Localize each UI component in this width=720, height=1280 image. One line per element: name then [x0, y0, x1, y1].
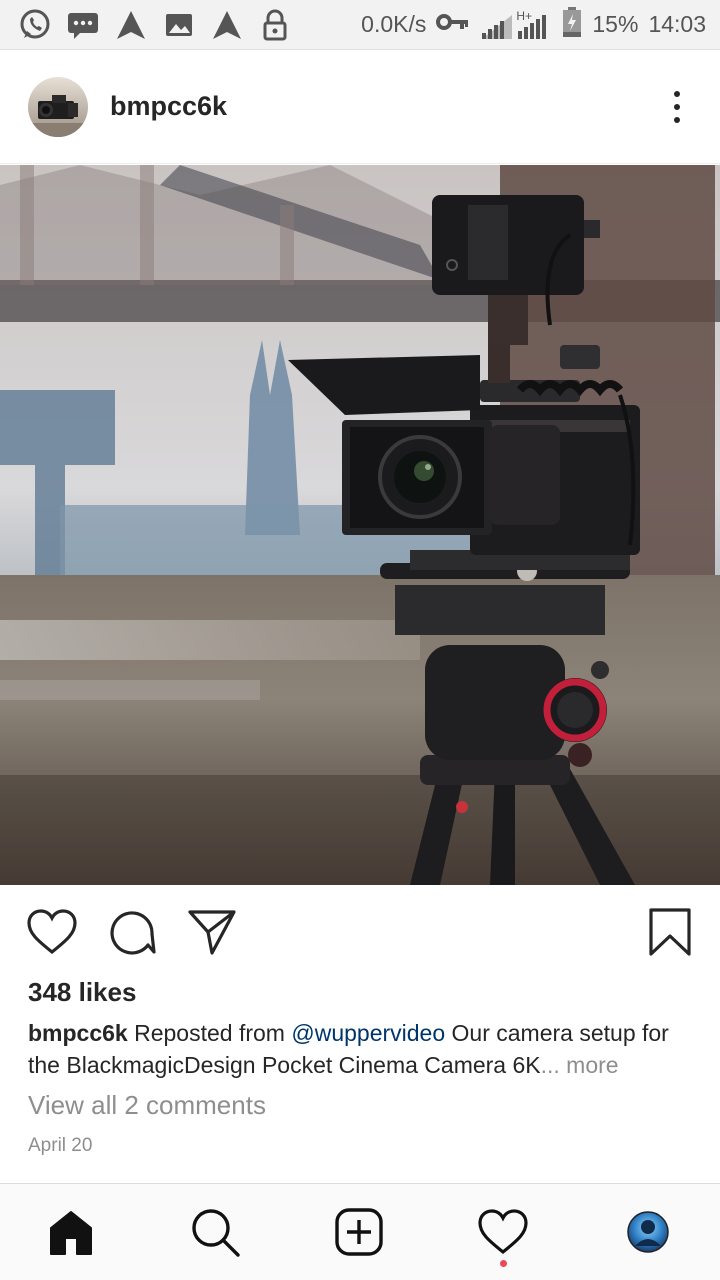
lock-icon — [258, 8, 292, 42]
search-icon[interactable] — [187, 1204, 243, 1260]
home-icon[interactable] — [43, 1204, 99, 1260]
caption-ellipsis: ... — [540, 1052, 560, 1078]
activity-icon[interactable] — [475, 1204, 531, 1260]
caption-more-link[interactable]: more — [560, 1052, 618, 1078]
bottom-navigation — [0, 1183, 720, 1280]
post-author-username[interactable]: bmpcc6k — [110, 91, 227, 122]
network-speed: 0.0K/s — [361, 11, 427, 37]
post-actions — [0, 885, 720, 977]
caption-username[interactable]: bmpcc6k — [28, 1020, 128, 1046]
post-date: April 20 — [28, 1135, 93, 1156]
battery-icon — [562, 6, 582, 43]
post-photo[interactable] — [0, 165, 720, 885]
navigation-icon — [210, 8, 244, 42]
more-options-button[interactable] — [662, 87, 692, 127]
signal-icon: H+ — [480, 9, 552, 39]
view-comments-link[interactable]: View all 2 comments — [28, 1090, 266, 1121]
caption-text: Reposted from — [127, 1020, 292, 1046]
post-header: bmpcc6k — [0, 50, 720, 164]
clock: 14:03 — [648, 11, 706, 37]
whatsapp-icon — [18, 8, 52, 42]
image-icon — [162, 8, 196, 42]
add-post-icon[interactable] — [331, 1204, 387, 1260]
status-bar: 0.0K/s H+ 15% 14:03 — [0, 0, 720, 50]
message-icon — [66, 8, 100, 42]
profile-avatar[interactable] — [620, 1204, 676, 1260]
save-button[interactable] — [643, 905, 697, 959]
comment-button[interactable] — [105, 905, 159, 959]
post-caption: bmpcc6k Reposted from @wuppervideo Our c… — [28, 1017, 692, 1081]
like-count[interactable]: 348 likes — [28, 977, 136, 1008]
vpn-key-icon — [436, 11, 470, 38]
post-author-avatar[interactable] — [28, 76, 88, 137]
navigation-icon — [114, 8, 148, 42]
caption-mention[interactable]: @wuppervideo — [291, 1020, 445, 1046]
battery-level: 15% — [592, 11, 639, 37]
like-button[interactable] — [25, 905, 79, 959]
activity-notification-dot — [500, 1260, 507, 1267]
share-button[interactable] — [185, 905, 239, 959]
